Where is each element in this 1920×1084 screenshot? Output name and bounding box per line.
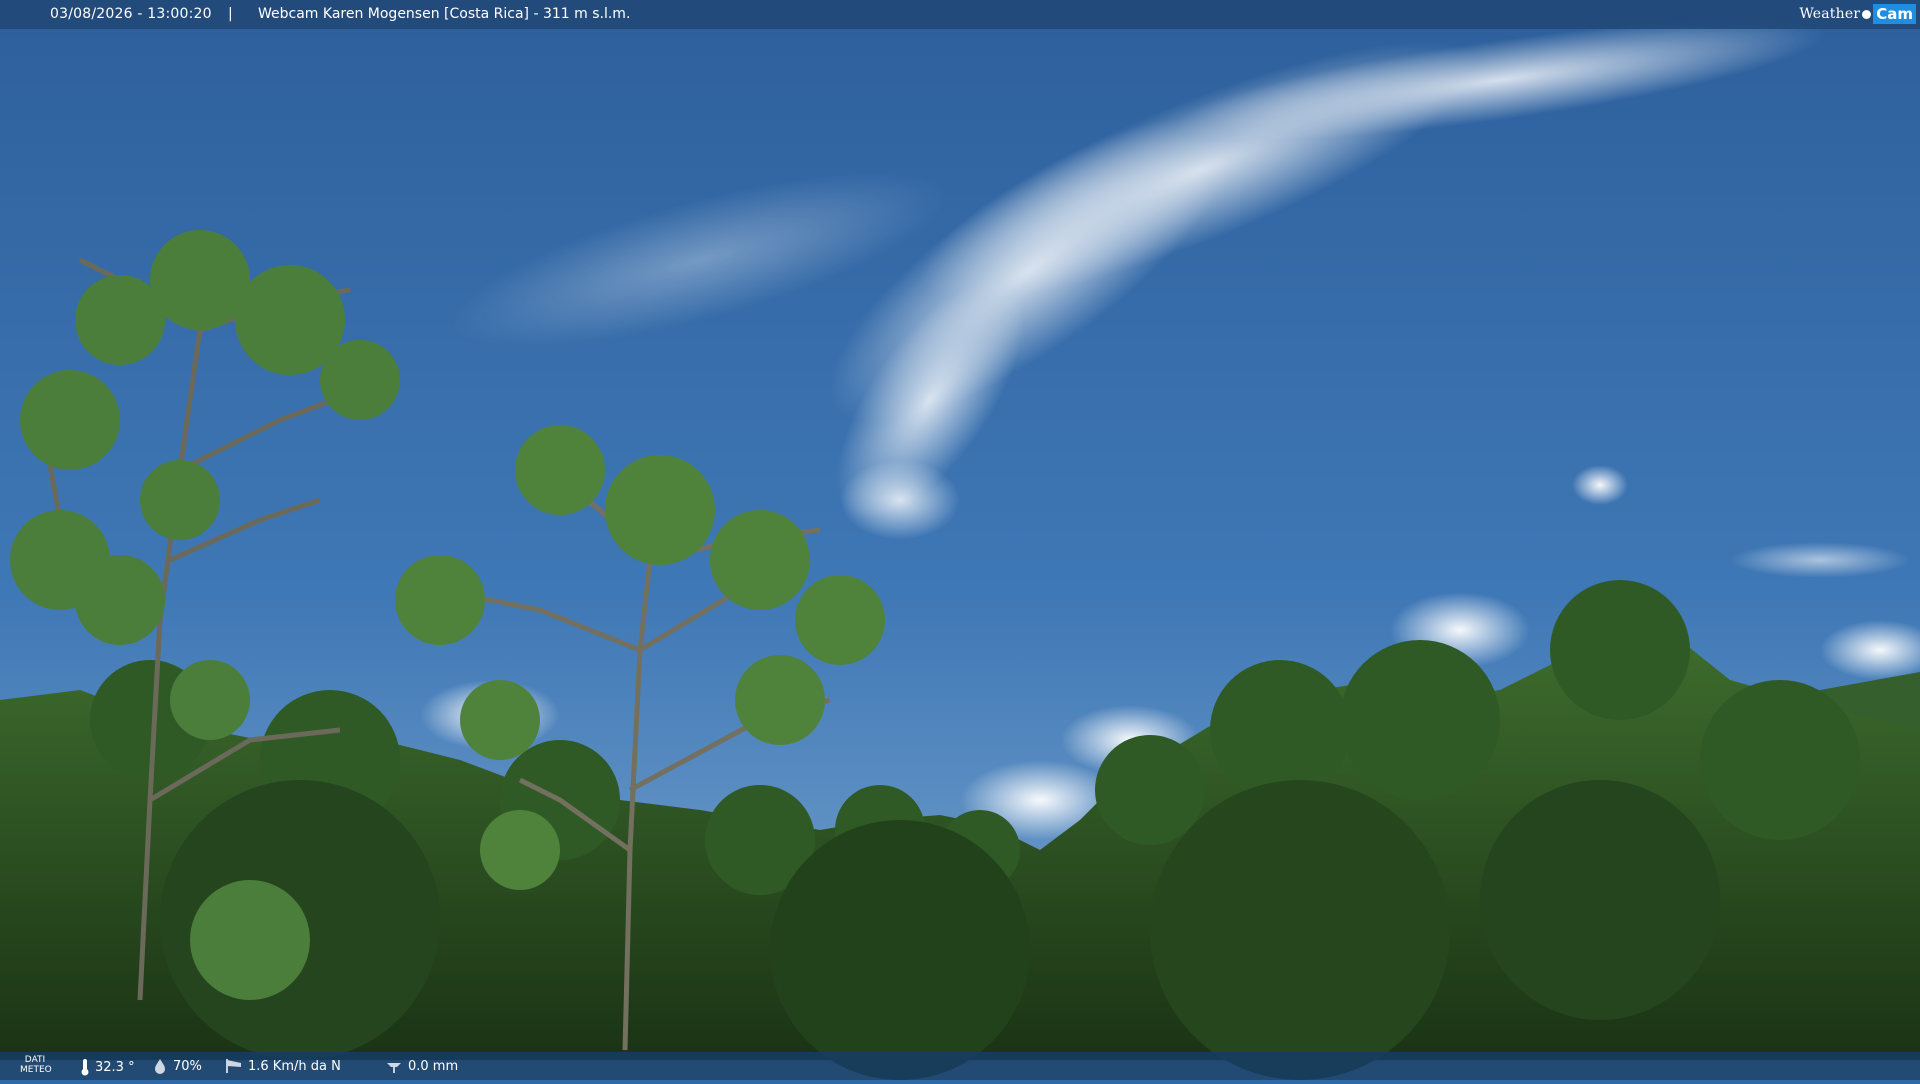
rain-readout: 0.0 mm — [385, 1058, 458, 1074]
landscape-scene — [0, 0, 1920, 1080]
humidity-drop-icon — [155, 1059, 165, 1074]
temperature-value: 32.3 ° — [95, 1059, 135, 1075]
wind-value: 1.6 Km/h da N — [248, 1058, 341, 1074]
humidity-readout: 70% — [152, 1058, 202, 1074]
temperature-readout: 32.3 ° — [80, 1058, 135, 1076]
rain-gauge-icon — [387, 1063, 401, 1073]
logo-word: Weather — [1799, 6, 1861, 22]
webcam-image — [0, 0, 1920, 1080]
title-separator: | — [228, 6, 233, 22]
rain-value: 0.0 mm — [408, 1058, 459, 1074]
weather-label-line2: METEO — [20, 1065, 52, 1075]
timestamp: 03/08/2026 - 13:00:20 — [50, 6, 212, 22]
wind-readout: 1.6 Km/h da N — [225, 1058, 341, 1074]
overlay-weather-bar: DATI METEO 32.3 ° 70% 1.6 Km/h da N 0.0 … — [0, 1052, 1920, 1080]
logo-dot-icon — [1862, 9, 1872, 19]
windsock-icon — [226, 1059, 241, 1073]
thermometer-icon — [81, 1059, 89, 1076]
humidity-value: 70% — [173, 1058, 202, 1074]
camera-title: Webcam Karen Mogensen [Costa Rica] - 311… — [258, 6, 631, 22]
weathercam-logo: Weather Cam — [1799, 3, 1916, 25]
logo-badge: Cam — [1873, 4, 1916, 24]
weather-data-label: DATI METEO — [20, 1055, 52, 1075]
weather-label-line1: DATI — [24, 1055, 46, 1065]
overlay-top-bar: 03/08/2026 - 13:00:20 | Webcam Karen Mog… — [0, 0, 1920, 29]
